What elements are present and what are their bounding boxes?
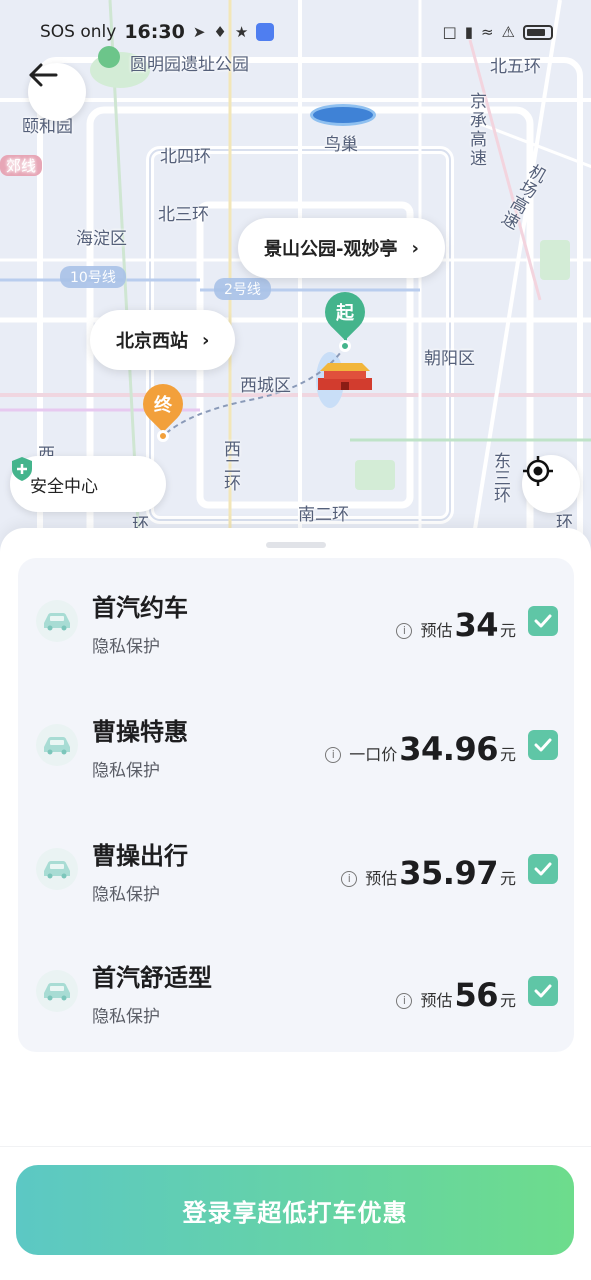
tiananmen-icon <box>318 363 372 390</box>
map-label-chaoyang: 朝阳区 <box>424 349 475 369</box>
ride-name: 曹操出行 <box>92 842 188 870</box>
map-view[interactable]: 圆明园遗址公园 颐和园 郊线 鸟巢 北五环 北四环 北三环 海淀区 10号线 2… <box>0 0 591 560</box>
ride-checkbox[interactable] <box>528 854 558 884</box>
start-place-name: 景山公园-观妙亭 <box>264 239 398 260</box>
price-label: 预估 <box>420 621 453 640</box>
ride-option-shouqi-comfort[interactable]: 首汽舒适型 隐私保护 i 预估 56 元 <box>18 928 574 1038</box>
map-label-jingcheng: 京承高速 <box>466 92 486 168</box>
car-icon <box>36 848 78 890</box>
battery-icon <box>523 24 553 40</box>
ride-name: 首汽舒适型 <box>92 964 212 992</box>
map-label-beisanhuan: 北三环 <box>158 205 209 225</box>
footer-bar: 登录享超低打车优惠 <box>0 1146 591 1280</box>
ride-option-caocao-chuxing[interactable]: 曹操出行 隐私保护 i 预估 35.97 元 <box>18 806 574 916</box>
locate-icon <box>523 456 553 486</box>
map-label-xicheng: 西城区 <box>240 376 291 396</box>
ride-checkbox[interactable] <box>528 730 558 760</box>
ride-price: i 预估 34 元 <box>396 606 516 644</box>
sheet-drag-handle[interactable] <box>266 542 326 548</box>
alert-icon: ⚠ <box>501 23 515 41</box>
start-place-bubble[interactable]: 景山公园-观妙亭 › <box>238 218 445 278</box>
niaochao-icon <box>310 104 376 126</box>
nfc-icon: □ <box>442 23 457 41</box>
map-label-line-tag: 郊线 <box>0 155 43 176</box>
ride-privacy-label: 隐私保护 <box>92 885 160 905</box>
check-icon <box>534 984 552 998</box>
ride-price: i 一口价 34.96 元 <box>325 730 516 768</box>
check-icon <box>534 862 552 876</box>
price-unit: 元 <box>499 745 516 764</box>
map-label-niaochao: 鸟巢 <box>324 135 358 155</box>
vibrate-icon: ▮ <box>464 23 473 41</box>
carrier-text: SOS only <box>40 22 117 42</box>
ride-privacy-label: 隐私保护 <box>92 1007 160 1027</box>
info-icon[interactable]: i <box>396 992 413 1009</box>
map-label-line2: 2号线 <box>214 278 271 300</box>
price-value: 35.97 <box>399 854 498 892</box>
car-icon <box>36 600 78 642</box>
ride-price: i 预估 35.97 元 <box>341 854 516 892</box>
ride-checkbox[interactable] <box>528 976 558 1006</box>
ride-privacy-label: 隐私保护 <box>92 637 160 657</box>
wifi-icon: ≈ <box>480 23 494 41</box>
map-label-xierhuan: 西二环 <box>220 440 240 491</box>
end-place-name: 北京西站 <box>116 331 188 352</box>
price-label: 预估 <box>365 869 398 888</box>
ride-price: i 预估 56 元 <box>396 976 516 1014</box>
map-label-line10: 10号线 <box>60 266 126 288</box>
chevron-right-icon: › <box>202 329 210 351</box>
safety-center-label: 安全中心 <box>30 476 98 497</box>
map-label-beisihuan: 北四环 <box>160 147 211 167</box>
car-icon <box>36 970 78 1012</box>
check-icon <box>534 614 552 628</box>
start-pin-dot <box>339 340 351 352</box>
ride-checkbox[interactable] <box>528 606 558 636</box>
ride-option-shouqi[interactable]: 首汽约车 隐私保护 i 预估 34 元 <box>18 558 574 668</box>
message-app-icon <box>256 23 275 41</box>
info-icon[interactable]: i <box>325 746 342 763</box>
info-icon[interactable]: i <box>341 870 358 887</box>
price-label: 一口价 <box>349 745 398 764</box>
clock: 16:30 <box>124 21 185 43</box>
safety-center-button[interactable]: 安全中心 <box>10 456 166 512</box>
status-bar: SOS only 16:30 ➤ ♦ ★ □ ▮ ≈ ⚠ <box>0 0 591 64</box>
map-label-haidian: 海淀区 <box>76 229 127 249</box>
price-unit: 元 <box>499 869 516 888</box>
bell-icon: ♦ <box>213 23 227 41</box>
price-unit: 元 <box>499 991 516 1010</box>
info-icon[interactable]: i <box>396 622 413 639</box>
login-button[interactable]: 登录享超低打车优惠 <box>16 1165 574 1255</box>
chevron-right-icon: › <box>411 237 419 259</box>
send-icon: ➤ <box>192 23 206 41</box>
price-unit: 元 <box>499 621 516 640</box>
ride-name: 曹操特惠 <box>92 718 188 746</box>
map-label-nanerhuan: 南二环 <box>298 505 349 525</box>
ride-privacy-label: 隐私保护 <box>92 761 160 781</box>
price-label: 预估 <box>420 991 453 1010</box>
arrow-left-icon <box>29 63 58 87</box>
price-value: 34 <box>454 606 498 644</box>
app-notification-icon: ★ <box>234 23 249 41</box>
app-screen: 圆明园遗址公园 颐和园 郊线 鸟巢 北五环 北四环 北三环 海淀区 10号线 2… <box>0 0 591 1280</box>
price-value: 56 <box>454 976 498 1014</box>
map-label-dongsanhuan: 东三环 <box>490 452 510 503</box>
car-icon <box>36 724 78 766</box>
ride-list: 首汽约车 隐私保护 i 预估 34 元 曹操特惠 隐私保护 i 一口价 34.9… <box>18 558 574 1052</box>
end-pin-dot <box>157 430 169 442</box>
check-icon <box>534 738 552 752</box>
ride-name: 首汽约车 <box>92 594 188 622</box>
price-value: 34.96 <box>399 730 498 768</box>
ride-option-caocao-tehui[interactable]: 曹操特惠 隐私保护 i 一口价 34.96 元 <box>18 682 574 792</box>
back-button[interactable] <box>28 63 86 121</box>
end-place-bubble[interactable]: 北京西站 › <box>90 310 236 370</box>
locate-button[interactable] <box>522 455 580 513</box>
shield-icon <box>12 457 32 481</box>
